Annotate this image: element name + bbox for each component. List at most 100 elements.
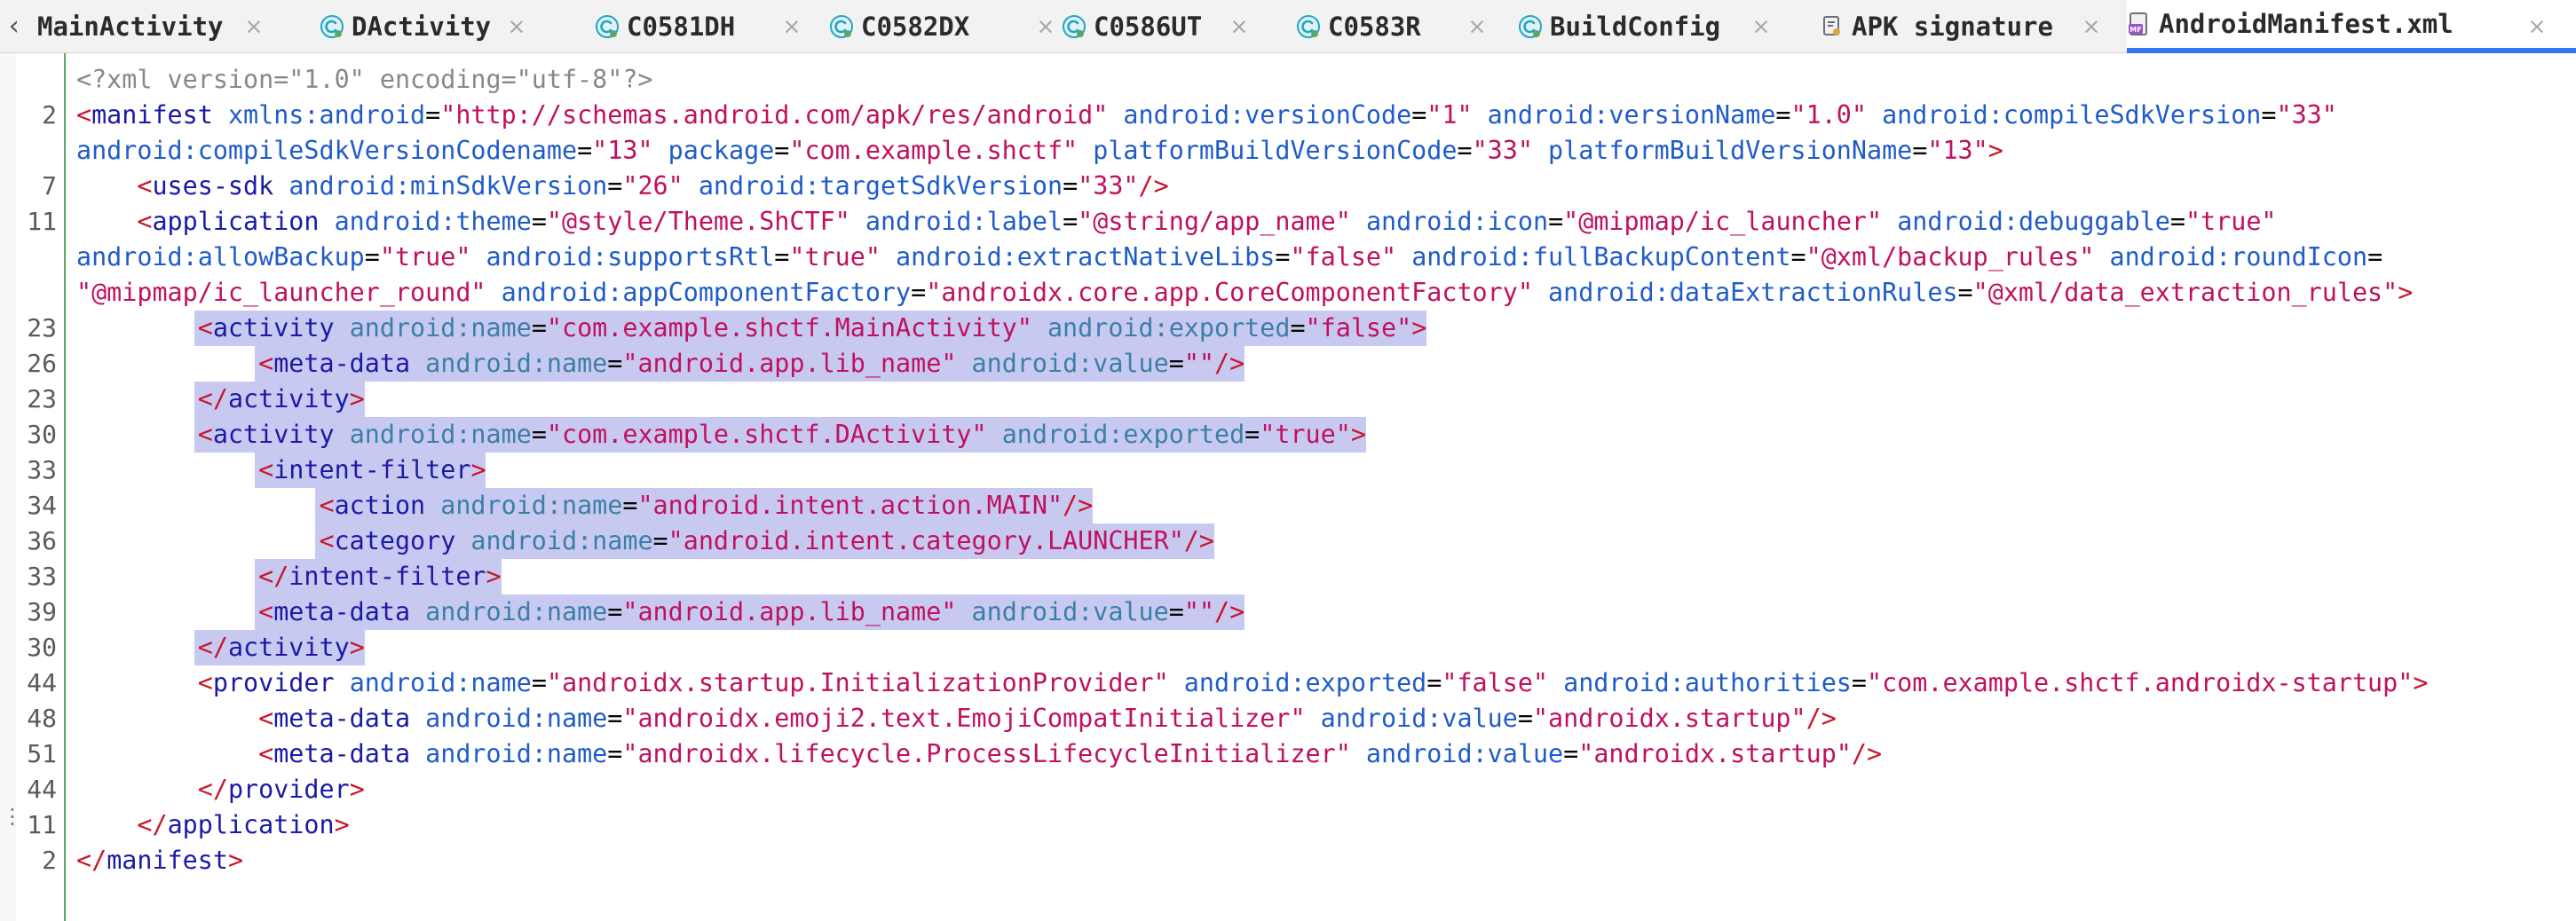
xml-bracket: >: [1411, 313, 1427, 342]
xml-equals: =: [1411, 100, 1427, 130]
xml-bracket: >: [227, 846, 244, 875]
code-line[interactable]: 26 <meta-data android:name="android.app.…: [0, 346, 2576, 382]
line-number: 2: [42, 846, 57, 875]
xml-bracket: />: [1138, 171, 1169, 201]
editor-tab-bar: ‹ MainActivity × DActivity × C0581DH × C0582DX…: [0, 0, 2576, 53]
tab-label: C0581DH: [627, 12, 736, 42]
code-editor[interactable]: ⋮ <?xml version="1.0" encoding="utf-8"?>…: [0, 53, 2576, 921]
xml-tag-name: meta-data: [273, 349, 411, 378]
code-line[interactable]: 30 <activity android:name="com.example.s…: [0, 417, 2576, 453]
code-text: <category android:name="android.intent.c…: [76, 523, 1214, 559]
code-line[interactable]: 30 </activity>: [0, 630, 2576, 665]
code-text: </activity>: [76, 382, 365, 417]
xml-declaration: <?xml version="1.0" encoding="utf-8"?>: [76, 65, 653, 94]
code-line[interactable]: 2 <manifest xmlns:android="http://schemas…: [0, 98, 2576, 133]
code-line[interactable]: android:compileSdkVersionCodename="13" p…: [0, 133, 2576, 169]
tab-buildconfig[interactable]: BuildConfig: [1518, 0, 1775, 53]
code-line[interactable]: <?xml version="1.0" encoding="utf-8"?>: [0, 62, 2576, 98]
code-text: <activity android:name="com.example.shct…: [76, 311, 1427, 346]
code-line[interactable]: 44 <provider android:name="androidx.star…: [0, 665, 2576, 701]
class-icon: [829, 14, 854, 39]
xml-attribute: android:supportsRtl: [486, 242, 775, 272]
code-line[interactable]: android:allowBackup="true" android:suppo…: [0, 240, 2576, 275]
code-text: <meta-data android:name="androidx.emoji2…: [76, 701, 1837, 736]
xml-attribute: android:value: [971, 349, 1169, 378]
xml-bracket: <: [197, 420, 213, 449]
xml-attribute: android:label: [865, 207, 1063, 236]
code-line[interactable]: 2 </manifest>: [0, 843, 2576, 878]
xml-tag-name: activity: [227, 384, 350, 413]
tab-c0583r[interactable]: C0583R: [1296, 0, 1527, 53]
xml-equals: =: [622, 491, 638, 520]
close-icon[interactable]: ×: [1035, 12, 1056, 41]
code-line[interactable]: 33 <intent-filter>: [0, 453, 2576, 488]
close-icon[interactable]: ×: [781, 12, 802, 41]
xml-attribute: android:theme: [334, 207, 532, 236]
xml-attribute: android:versionCode: [1123, 100, 1412, 130]
line-number: 30: [27, 633, 57, 662]
xml-equals: =: [607, 704, 623, 733]
code-line[interactable]: 11 <application android:theme="@style/Th…: [0, 204, 2576, 240]
xml-tag-name: uses-sdk: [152, 171, 274, 201]
code-line[interactable]: 33 </intent-filter>: [0, 559, 2576, 594]
code-line[interactable]: 34 <action android:name="android.intent.…: [0, 488, 2576, 523]
xml-attribute: android:name: [425, 349, 608, 378]
code-text: </application>: [76, 807, 349, 843]
code-line[interactable]: 39 <meta-data android:name="android.app.…: [0, 594, 2576, 630]
xml-attribute: android:exported: [1001, 420, 1245, 449]
code-line[interactable]: 36 <category android:name="android.inten…: [0, 523, 2576, 559]
close-icon[interactable]: ×: [2081, 12, 2102, 41]
line-number: 11: [27, 207, 57, 236]
xml-equals: =: [607, 349, 623, 378]
tab-apk-signature[interactable]: APK signature: [1820, 0, 2104, 53]
close-icon[interactable]: ×: [243, 12, 265, 41]
code-line[interactable]: 44 </provider>: [0, 772, 2576, 807]
xml-equals: =: [911, 278, 927, 307]
close-icon[interactable]: ×: [1466, 12, 1488, 41]
xml-attribute-value: "13": [592, 136, 653, 165]
xml-bracket: />: [1183, 526, 1214, 555]
close-icon[interactable]: ×: [506, 12, 527, 41]
close-icon[interactable]: ×: [1229, 12, 1250, 41]
xml-equals: =: [2367, 242, 2383, 272]
xml-attribute-value: "1": [1426, 100, 1473, 130]
code-text: <activity android:name="com.example.shct…: [76, 417, 1366, 453]
code-line[interactable]: 7 <uses-sdk android:minSdkVersion="26" a…: [0, 169, 2576, 204]
xml-tag-name: manifest: [107, 846, 228, 875]
class-icon: [1296, 14, 1321, 39]
code-line[interactable]: 23 </activity>: [0, 382, 2576, 417]
xml-bracket: <: [319, 491, 335, 520]
xml-equals: =: [1063, 171, 1079, 201]
xml-bracket: </: [137, 810, 168, 839]
close-icon[interactable]: ×: [2526, 12, 2548, 41]
xml-attribute-value: "false": [1442, 668, 1549, 697]
xml-tag-name: application: [152, 207, 320, 236]
code-line[interactable]: "@mipmap/ic_launcher_round" android:appC…: [0, 275, 2576, 311]
xml-equals: =: [2261, 100, 2277, 130]
xml-equals: =: [531, 668, 547, 697]
close-icon[interactable]: ×: [1750, 12, 1772, 41]
xml-bracket: >: [349, 384, 365, 413]
tab-scroll-left-icon[interactable]: ‹: [4, 12, 25, 41]
code-line[interactable]: 11 </application>: [0, 807, 2576, 843]
xml-tag-name: intent-filter: [273, 455, 471, 484]
svg-text:MF: MF: [2130, 26, 2141, 34]
code-line[interactable]: 23 <activity android:name="com.example.s…: [0, 311, 2576, 346]
xml-tag-name: provider: [212, 668, 335, 697]
code-line[interactable]: 51 <meta-data android:name="androidx.lif…: [0, 736, 2576, 772]
tab-androidmanifest-xml[interactable]: MF AndroidManifest.xml: [2127, 0, 2576, 53]
xml-tag-name: application: [167, 810, 335, 839]
certificate-icon: [1820, 14, 1845, 39]
code-line[interactable]: 48 <meta-data android:name="androidx.emo…: [0, 701, 2576, 736]
